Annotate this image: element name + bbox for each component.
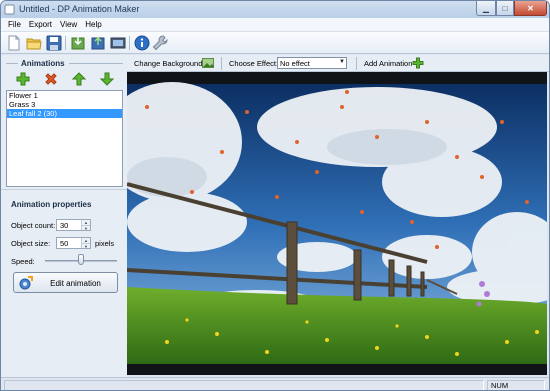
background-image: [127, 82, 547, 364]
spin-down-icon[interactable]: ▼: [82, 225, 90, 231]
app-icon: [4, 4, 15, 15]
new-document-button[interactable]: [6, 35, 22, 51]
effect-bar-separator: [221, 57, 222, 70]
effect-bar-separator: [356, 57, 357, 70]
image-icon[interactable]: [202, 57, 214, 69]
maximize-button[interactable]: □: [496, 1, 514, 16]
choose-effect-label: Choose Effect:: [229, 59, 279, 68]
app-window: Untitled - DP Animation Maker ▁ □ ✕ File…: [0, 0, 550, 391]
menu-bar: File Export View Help: [1, 18, 549, 32]
animation-properties-title: Animation properties: [11, 200, 92, 209]
panel-divider: [6, 63, 18, 64]
minimize-icon: ▁: [482, 3, 490, 13]
speed-slider-thumb[interactable]: [78, 254, 84, 265]
title-bar[interactable]: Untitled - DP Animation Maker ▁ □ ✕: [1, 1, 549, 18]
object-size-stepper[interactable]: 50 ▲ ▼: [56, 237, 91, 249]
change-background-button[interactable]: Change Background: [134, 59, 202, 68]
info-icon: [134, 35, 150, 51]
import-button[interactable]: [70, 35, 86, 51]
chevron-down-icon: ▼: [339, 59, 345, 65]
object-size-unit: pixels: [95, 239, 115, 248]
render-icon: [110, 37, 126, 49]
open-folder-button[interactable]: [26, 35, 42, 51]
wrench-icon: [152, 35, 168, 51]
status-pane: [4, 380, 484, 390]
minimize-button[interactable]: ▁: [476, 1, 496, 16]
effect-dropdown[interactable]: No effect ▼: [277, 57, 347, 69]
menu-view[interactable]: View: [56, 20, 81, 29]
edit-animation-label: Edit animation: [50, 279, 101, 288]
move-up-button[interactable]: [71, 71, 87, 87]
window-title: Untitled - DP Animation Maker: [19, 4, 140, 14]
close-button[interactable]: ✕: [514, 1, 547, 16]
folder-icon: [26, 38, 42, 50]
toolbar-separator: [65, 36, 66, 50]
settings-button[interactable]: [152, 35, 168, 51]
add-animation-link[interactable]: Add Animation: [364, 59, 412, 68]
move-down-button[interactable]: [99, 71, 115, 87]
menu-help[interactable]: Help: [81, 20, 105, 29]
arrow-up-icon: [71, 72, 87, 86]
left-panel: Animations Flower 1 Grass 3 Leaf fall 2 (3…: [1, 55, 127, 377]
spinner-arrows: ▲ ▼: [81, 238, 90, 249]
render-button[interactable]: [110, 35, 126, 51]
effect-dropdown-value: No effect: [280, 59, 310, 68]
panel-divider: [1, 189, 127, 190]
export-icon: [91, 36, 105, 50]
animations-title: Animations: [21, 59, 65, 68]
spinner-arrows: ▲ ▼: [81, 220, 90, 231]
object-count-label: Object count:: [11, 221, 56, 230]
delete-icon: [45, 73, 57, 85]
toolbar-separator: [129, 36, 130, 50]
delete-animation-button[interactable]: [43, 71, 59, 87]
arrow-down-icon: [99, 72, 115, 86]
speed-label: Speed:: [11, 257, 35, 266]
status-bar: NUM: [1, 377, 549, 390]
info-button[interactable]: [134, 35, 150, 51]
list-item[interactable]: Flower 1: [7, 91, 122, 100]
new-document-icon: [8, 35, 20, 51]
maximize-icon: □: [502, 3, 508, 13]
export-button[interactable]: [90, 35, 106, 51]
num-lock-indicator: NUM: [491, 381, 509, 390]
panel-divider: [69, 63, 123, 64]
object-count-value: 30: [60, 221, 69, 230]
list-item[interactable]: Grass 3: [7, 100, 122, 109]
animations-list[interactable]: Flower 1 Grass 3 Leaf fall 2 (30): [6, 90, 123, 187]
plus-icon[interactable]: [412, 57, 424, 69]
add-animation-button[interactable]: [15, 71, 31, 87]
toolbar: [1, 32, 549, 54]
object-size-value: 50: [60, 239, 69, 248]
list-item[interactable]: Leaf fall 2 (30): [7, 109, 122, 118]
import-icon: [71, 37, 85, 50]
effect-bar: Change Background Choose Effect: No effe…: [127, 55, 549, 72]
close-icon: ✕: [527, 3, 534, 13]
object-size-label: Object size:: [11, 239, 51, 248]
preview-canvas[interactable]: [127, 72, 547, 375]
menu-export[interactable]: Export: [25, 20, 56, 29]
spin-down-icon[interactable]: ▼: [82, 243, 90, 249]
save-button[interactable]: [46, 35, 62, 51]
menu-file[interactable]: File: [4, 20, 25, 29]
edit-animation-button[interactable]: Edit animation: [13, 272, 118, 293]
object-count-stepper[interactable]: 30 ▲ ▼: [56, 219, 91, 231]
plus-icon: [16, 72, 30, 86]
save-icon: [46, 35, 62, 51]
